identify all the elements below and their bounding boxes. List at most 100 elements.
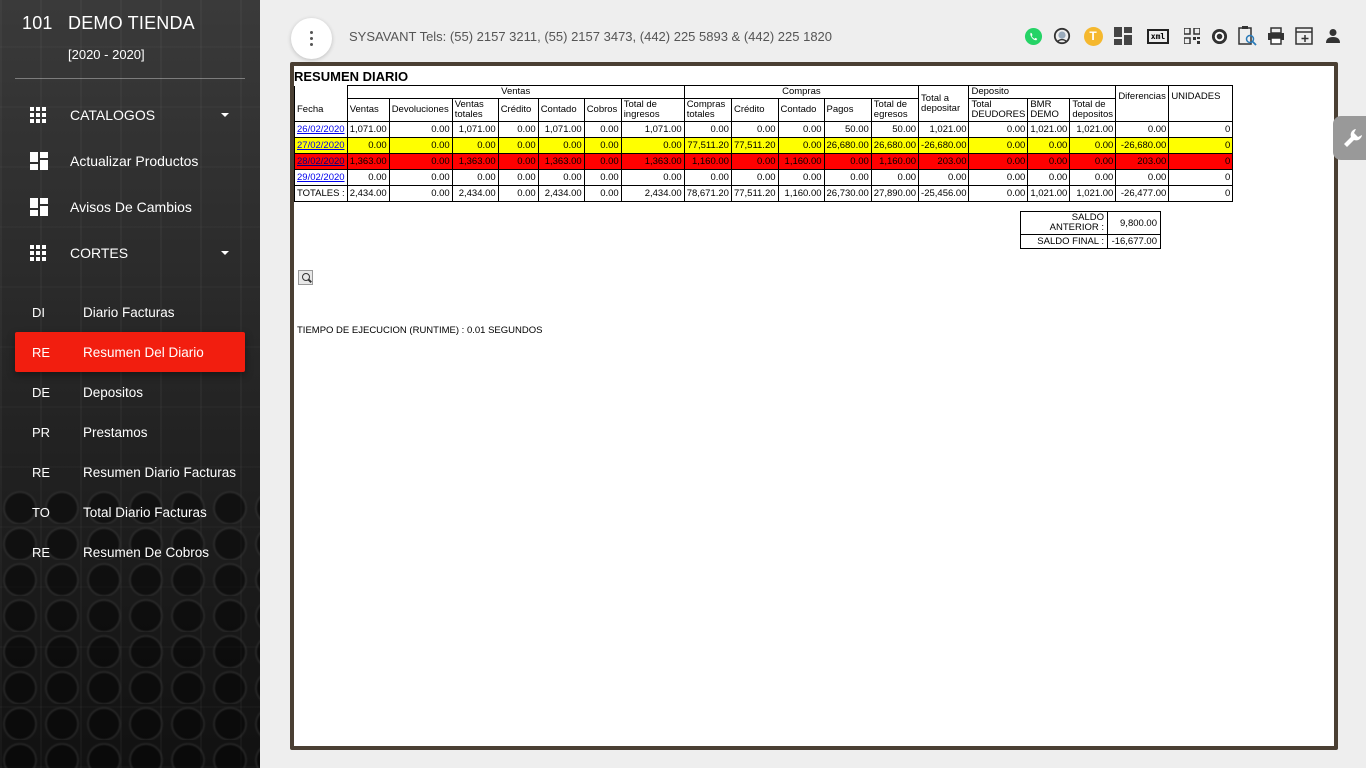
nav-label: Avisos De Cambios bbox=[70, 199, 192, 215]
table-cell: 26,730.00 bbox=[823, 185, 872, 202]
table-cell: 1,071.00 bbox=[346, 121, 390, 138]
subnav-resumen-de-cobros[interactable]: RE Resumen De Cobros bbox=[15, 532, 245, 572]
target-icon[interactable] bbox=[1209, 26, 1229, 46]
subnav-prestamos[interactable]: PR Prestamos bbox=[15, 412, 245, 452]
xml-icon[interactable]: xml bbox=[1144, 26, 1172, 46]
saldo-table: SALDO ANTERIOR : 9,800.00 SALDO FINAL : … bbox=[1020, 211, 1161, 249]
col-header: Ventas totales bbox=[451, 98, 499, 122]
col-header: Total de depositos bbox=[1069, 98, 1117, 122]
nav-item-avisos-de-cambios[interactable]: Avisos De Cambios bbox=[15, 187, 245, 227]
table-cell: 1,160.00 bbox=[683, 153, 732, 170]
report-content: RESUMEN DIARIO Fecha Ventas Compras Tota… bbox=[294, 66, 1334, 746]
store-name: DEMO TIENDA bbox=[68, 13, 195, 33]
col-header: Contado bbox=[777, 98, 825, 122]
nav-label: CATALOGOS bbox=[70, 107, 156, 123]
table-cell: 0 bbox=[1168, 121, 1234, 138]
table-cell: 0.00 bbox=[583, 185, 622, 202]
table-cell: 1,021.00 bbox=[1069, 121, 1117, 138]
table-cell: 0.00 bbox=[388, 185, 453, 202]
table-cell: 0.00 bbox=[497, 121, 539, 138]
table-cell: 2,434.00 bbox=[346, 185, 390, 202]
table-cell: 50.00 bbox=[823, 121, 872, 138]
nav-item-cortes[interactable]: CORTES bbox=[15, 233, 245, 273]
date-link[interactable]: 29/02/2020 bbox=[297, 172, 345, 183]
nav-item-catalogos[interactable]: CATALOGOS bbox=[15, 95, 245, 135]
date-link[interactable]: 28/02/2020 bbox=[297, 156, 345, 167]
clipboard-search-icon[interactable] bbox=[1237, 26, 1257, 46]
subnav-resumen-del-diario[interactable]: RE Resumen Del Diario bbox=[15, 332, 245, 372]
table-cell: 0.00 bbox=[497, 137, 539, 154]
table-cell: 0.00 bbox=[497, 153, 539, 170]
table-cell: 0.00 bbox=[451, 137, 499, 154]
whatsapp-icon[interactable] bbox=[1023, 26, 1043, 46]
table-cell: 203.00 bbox=[918, 153, 970, 170]
print-icon[interactable] bbox=[1266, 26, 1286, 46]
summary-table: Fecha Ventas Compras Total a depositar D… bbox=[294, 85, 1234, 202]
table-cell: 1,021.00 bbox=[1027, 121, 1071, 138]
subnav-label: Prestamos bbox=[83, 424, 148, 440]
table-cell: 0.00 bbox=[968, 169, 1029, 186]
add-window-icon[interactable] bbox=[1294, 26, 1314, 46]
subnav-label: Resumen Diario Facturas bbox=[83, 464, 237, 480]
dashboard-icon bbox=[15, 152, 55, 170]
nav-label: Actualizar Productos bbox=[70, 153, 199, 169]
nav-item-actualizar-productos[interactable]: Actualizar Productos bbox=[15, 141, 245, 181]
dashboard-icon[interactable] bbox=[1113, 26, 1133, 46]
caret-down-icon bbox=[221, 251, 229, 255]
subnav-diario-facturas[interactable]: DI Diario Facturas bbox=[15, 292, 245, 332]
subnav-abbr: RE bbox=[32, 344, 51, 360]
nav-label: CORTES bbox=[70, 245, 129, 261]
table-cell: -25,456.00 bbox=[918, 185, 970, 202]
date-cell: 26/02/2020 bbox=[294, 121, 348, 138]
subnav-total-diario-facturas[interactable]: TO Total Diario Facturas bbox=[15, 492, 245, 532]
grid-icon bbox=[15, 107, 55, 123]
table-cell: 0.00 bbox=[1115, 121, 1170, 138]
date-link[interactable]: 27/02/2020 bbox=[297, 140, 345, 151]
subnav-label: Total Diario Facturas bbox=[83, 504, 207, 520]
table-cell: 50.00 bbox=[870, 121, 920, 138]
table-cell: 1,071.00 bbox=[620, 121, 685, 138]
table-cell: 27,890.00 bbox=[870, 185, 920, 202]
table-cell: 0.00 bbox=[583, 137, 622, 154]
table-cell: 1,363.00 bbox=[620, 153, 685, 170]
table-cell: 0.00 bbox=[730, 121, 779, 138]
group-header-deposito: Deposito bbox=[968, 85, 1117, 99]
table-cell: 0.00 bbox=[918, 169, 970, 186]
user-icon[interactable] bbox=[1323, 26, 1343, 46]
col-header: Total DEUDORES bbox=[968, 98, 1029, 122]
table-cell: 1,160.00 bbox=[870, 153, 920, 170]
date-link[interactable]: 26/02/2020 bbox=[297, 124, 345, 135]
settings-wrench-button[interactable] bbox=[1333, 116, 1366, 160]
support-icon[interactable] bbox=[1052, 26, 1072, 46]
subnav-label: Depositos bbox=[83, 384, 144, 400]
table-cell: 0.00 bbox=[497, 169, 539, 186]
table-cell: 2,434.00 bbox=[620, 185, 685, 202]
table-cell: 0.00 bbox=[777, 121, 825, 138]
table-cell: -26,477.00 bbox=[1115, 185, 1170, 202]
table-cell: 77,511.20 bbox=[730, 137, 779, 154]
table-cell: 0.00 bbox=[683, 121, 732, 138]
date-cell: 29/02/2020 bbox=[294, 169, 348, 186]
caret-down-icon bbox=[221, 113, 229, 117]
table-cell: 1,160.00 bbox=[777, 153, 825, 170]
table-cell: 0.00 bbox=[1115, 169, 1170, 186]
col-header-fecha: Fecha bbox=[294, 85, 348, 122]
table-cell: 0.00 bbox=[620, 137, 685, 154]
table-row: 26/02/2020 1,071.00 0.00 1,071.00 0.00 1,071.… bbox=[294, 121, 1234, 138]
table-cell: 0.00 bbox=[346, 169, 390, 186]
more-menu-button[interactable] bbox=[291, 18, 332, 59]
table-cell: 0.00 bbox=[777, 169, 825, 186]
search-icon[interactable] bbox=[298, 270, 313, 285]
table-row: 28/02/2020 1,363.00 0.00 1,363.00 0.00 1,363.… bbox=[294, 153, 1234, 170]
table-cell: 1,363.00 bbox=[537, 153, 585, 170]
table-cell: 26,680.00 bbox=[870, 137, 920, 154]
table-cell: 1,021.00 bbox=[1027, 185, 1071, 202]
table-cell: 0.00 bbox=[583, 153, 622, 170]
saldo-anterior-label: SALDO ANTERIOR : bbox=[1020, 211, 1108, 235]
table-cell: -26,680.00 bbox=[918, 137, 970, 154]
subnav-depositos[interactable]: DE Depositos bbox=[15, 372, 245, 412]
subnav-resumen-diario-facturas[interactable]: RE Resumen Diario Facturas bbox=[15, 452, 245, 492]
t-badge-icon[interactable]: T bbox=[1083, 26, 1103, 46]
qr-icon[interactable] bbox=[1182, 26, 1202, 46]
table-cell: 1,021.00 bbox=[1069, 185, 1117, 202]
